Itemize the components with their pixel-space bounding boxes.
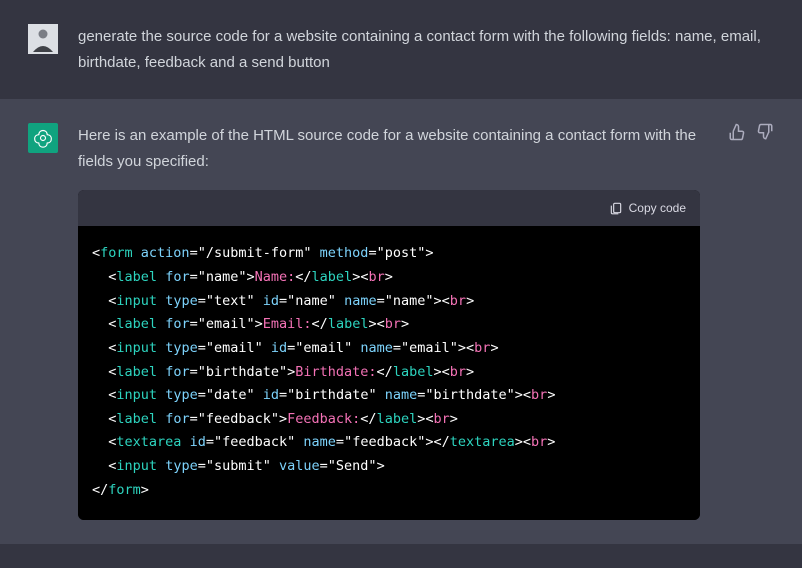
thumbs-down-button[interactable] [756,123,774,141]
assistant-message-row: Here is an example of the HTML source co… [0,99,802,544]
user-message-text: generate the source code for a website c… [78,24,774,75]
thumbs-up-icon [728,123,746,141]
assistant-avatar [28,123,58,153]
user-message-content: generate the source code for a website c… [78,24,774,75]
copy-code-label: Copy code [629,198,686,218]
assistant-message-content: Here is an example of the HTML source co… [78,123,700,520]
code-block: Copy code <form action="/submit-form" me… [78,190,700,520]
code-content[interactable]: <form action="/submit-form" method="post… [78,226,700,520]
user-message-row: generate the source code for a website c… [0,0,802,99]
user-avatar [28,24,58,54]
user-avatar-icon [28,24,58,54]
feedback-buttons [728,123,774,520]
assistant-intro-text: Here is an example of the HTML source co… [78,123,700,174]
thumbs-down-icon [756,123,774,141]
thumbs-up-button[interactable] [728,123,746,141]
copy-code-button[interactable]: Copy code [609,198,686,218]
clipboard-icon [609,201,623,215]
openai-logo-icon [33,128,53,148]
code-toolbar: Copy code [78,190,700,226]
